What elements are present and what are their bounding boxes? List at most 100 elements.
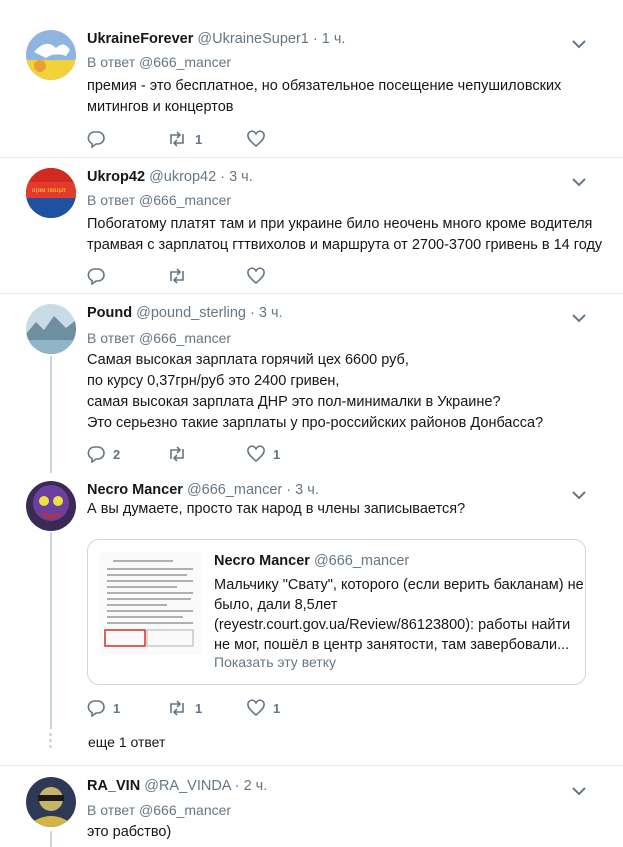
timestamp[interactable]: 2 ч. [244,778,268,794]
retweet-button[interactable]: 1 [167,129,202,149]
tweet-text-line: митингов и концертов [87,99,234,115]
heart-icon [247,267,265,285]
heart-icon [247,130,265,148]
tweet-text-line: Самая высокая зарплата горячий цех 6600 … [87,352,409,368]
user-handle[interactable]: @666_mancer [187,482,282,498]
like-button[interactable]: 1 [247,444,280,464]
retweet-button[interactable] [167,444,195,464]
quoted-tweet-image[interactable] [99,552,202,655]
tweet-actions: 2 1 [87,444,387,464]
tweet-header: UkraineForever @UkraineSuper1 · 1 ч. [87,30,345,48]
chevron-down-icon[interactable] [571,36,587,49]
retweet-count: 1 [195,131,203,147]
reply-icon [87,130,105,148]
timestamp[interactable]: 3 ч. [229,169,253,185]
reply-context: В ответ @666_mancer [87,191,231,209]
tweet-divider [0,157,623,158]
user-handle[interactable]: @pound_sterling [136,305,246,321]
reply-button[interactable]: 1 [87,698,120,718]
reply-label: В ответ [87,330,136,346]
quoted-user-handle[interactable]: @666_mancer [314,553,409,569]
reply-button[interactable] [87,266,113,286]
tweet-actions: 1 1 1 [87,698,387,718]
reply-label: В ответ [87,192,136,208]
tweet-actions: 1 [87,129,387,149]
tweet-header: Ukrop42 @ukrop42 · 3 ч. [87,168,253,186]
thread-connector [50,831,52,847]
chevron-down-icon[interactable] [571,487,587,500]
quoted-tweet-header: Necro Mancer @666_mancer [214,553,409,569]
avatar[interactable] [26,777,76,827]
reply-mention[interactable]: @666_mancer [139,330,231,346]
more-replies-link[interactable]: еще 1 ответ [88,734,165,750]
like-button[interactable] [247,129,273,149]
retweet-icon [167,445,187,463]
reply-button[interactable]: 2 [87,444,120,464]
reply-icon [87,267,105,285]
retweet-count: 1 [195,700,203,716]
reply-label: В ответ [87,54,136,70]
avatar[interactable]: щим пищат [26,168,76,218]
tweet-text-line: трамвая с зарплатоц гттвихолов и маршрут… [87,237,603,253]
avatar[interactable] [26,481,76,531]
display-name[interactable]: UkraineForever [87,31,193,47]
timestamp[interactable]: 3 ч. [295,482,319,498]
reply-icon [87,699,105,717]
tweet-text-line: премия - это бесплатное, но обязательное… [87,78,562,94]
tweet-text: премия - это бесплатное, но обязательное… [87,76,587,118]
quoted-text-line: не мог, пошёл в центр занятости, там зав… [214,637,570,653]
quoted-tweet[interactable]: Necro Mancer @666_mancer Мальчику "Свату… [87,539,586,685]
user-handle[interactable]: @ukrop42 [149,169,216,185]
retweet-button[interactable] [167,266,195,286]
timestamp[interactable]: 1 ч. [322,31,346,47]
display-name[interactable]: Pound [87,305,132,321]
retweet-icon [167,267,187,285]
avatar[interactable] [26,30,76,80]
reply-mention[interactable]: @666_mancer [139,54,231,70]
like-count: 1 [273,446,281,462]
user-handle[interactable]: @RA_VINDA [144,778,230,794]
reply-count: 2 [113,446,121,462]
tweet-text: А вы думаете, просто так народ в члены з… [87,499,587,520]
tweet-text: Побогатому платят там и при украине било… [87,214,603,256]
tweet-text-line: самая высокая зарплата ДНР это пол-миним… [87,394,501,410]
reply-label: В ответ [87,802,136,818]
separator-dot: · [312,31,318,47]
tweet-divider [0,293,623,294]
avatar[interactable] [26,304,76,354]
display-name[interactable]: Ukrop42 [87,169,145,185]
quoted-text-line: было, дали 8,5лет [214,597,338,613]
quoted-text-line: Мальчику "Свату", которого (если верить … [214,577,584,593]
user-handle[interactable]: @UkraineSuper1 [197,31,308,47]
reply-context: В ответ @666_mancer [87,801,231,819]
tweet-text: Самая высокая зарплата горячий цех 6600 … [87,350,587,434]
chevron-down-icon[interactable] [571,310,587,323]
reply-mention[interactable]: @666_mancer [139,802,231,818]
retweet-icon [167,699,187,717]
reply-icon [87,445,105,463]
separator-dot: · [234,778,240,794]
reply-button[interactable] [87,129,113,149]
tweet-actions [87,266,387,286]
heart-icon [247,699,265,717]
quoted-display-name[interactable]: Necro Mancer [214,553,310,569]
tweet-header: Pound @pound_sterling · 3 ч. [87,304,283,322]
avatar-lettering: щим пищат [32,186,66,194]
quoted-text-line: (reyestr.court.gov.ua/Review/86123800): … [214,617,571,633]
chevron-down-icon[interactable] [571,783,587,796]
tweet-text: это рабство) [87,822,587,843]
timestamp[interactable]: 3 ч. [259,305,283,321]
like-button[interactable] [247,266,273,286]
separator-dot: · [286,482,292,498]
reply-count: 1 [113,700,121,716]
display-name[interactable]: Necro Mancer [87,482,183,498]
show-thread-link[interactable]: Показать эту ветку [214,654,336,670]
like-button[interactable]: 1 [247,698,280,718]
tweet-text-line: это рабство) [87,824,172,840]
reply-mention[interactable]: @666_mancer [139,192,231,208]
thread-connector [50,532,52,729]
quoted-tweet-text: Мальчику "Свату", которого (если верить … [214,575,584,655]
chevron-down-icon[interactable] [571,174,587,187]
retweet-button[interactable]: 1 [167,698,202,718]
display-name[interactable]: RA_VIN [87,778,140,794]
